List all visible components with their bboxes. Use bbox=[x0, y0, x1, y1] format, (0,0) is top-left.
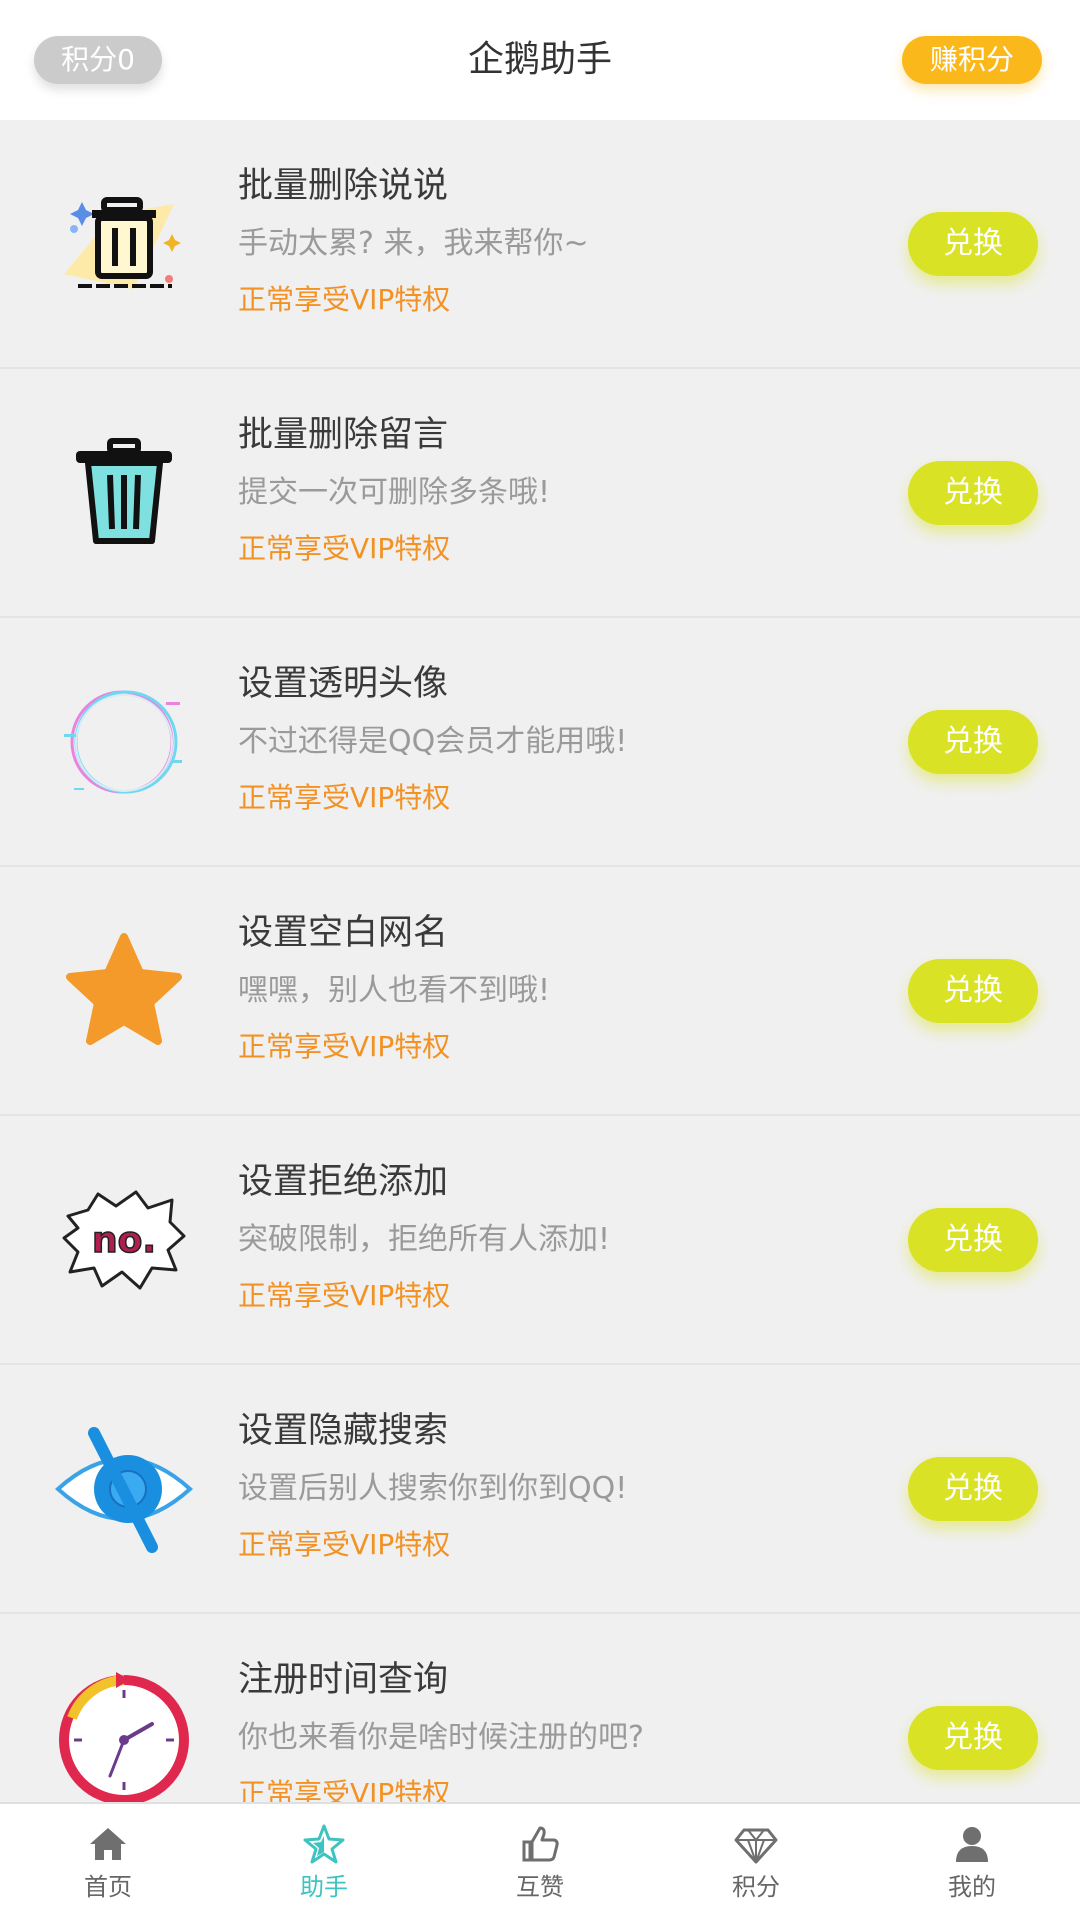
clock-icon bbox=[54, 1668, 194, 1802]
item-description: 手动太累? 来，我来帮你~ bbox=[238, 226, 589, 261]
tab-label: 我的 bbox=[948, 1873, 996, 1901]
redeem-button[interactable]: 兑换 bbox=[908, 1457, 1038, 1521]
vip-note: 正常享受VIP特权 bbox=[238, 1528, 451, 1561]
thumbs-up-icon bbox=[518, 1822, 562, 1866]
tab-label: 首页 bbox=[84, 1873, 132, 1901]
item-title: 设置透明头像 bbox=[238, 664, 449, 704]
no-bubble-icon: no. bbox=[54, 1170, 194, 1310]
redeem-button[interactable]: 兑换 bbox=[908, 461, 1038, 525]
tab-home[interactable]: 首页 bbox=[0, 1804, 216, 1922]
tab-points[interactable]: 积分 bbox=[648, 1804, 864, 1922]
user-icon bbox=[950, 1822, 994, 1866]
tab-assistant[interactable]: 助手 bbox=[216, 1804, 432, 1922]
list-item: 设置空白网名 嘿嘿，别人也看不到哦! 正常享受VIP特权 兑换 bbox=[0, 867, 1080, 1116]
tab-label: 助手 bbox=[300, 1873, 348, 1901]
earn-points-button[interactable]: 赚积分 bbox=[902, 36, 1042, 84]
list-item: 注册时间查询 你也来看你是啥时候注册的吧? 正常享受VIP特权 兑换 bbox=[0, 1614, 1080, 1802]
vip-note: 正常享受VIP特权 bbox=[238, 1777, 451, 1802]
tab-label: 积分 bbox=[732, 1873, 780, 1901]
trash-can-sparkle-icon bbox=[54, 174, 194, 314]
item-title: 注册时间查询 bbox=[238, 1660, 449, 1700]
item-title: 批量删除留言 bbox=[238, 415, 449, 455]
list-item: 批量删除说说 手动太累? 来，我来帮你~ 正常享受VIP特权 兑换 bbox=[0, 120, 1080, 369]
svg-text:no.: no. bbox=[92, 1220, 156, 1261]
list-item: no. 设置拒绝添加 突破限制，拒绝所有人添加! 正常享受VIP特权 兑换 bbox=[0, 1116, 1080, 1365]
item-description: 设置后别人搜索你到你到QQ! bbox=[238, 1471, 628, 1506]
redeem-button[interactable]: 兑换 bbox=[908, 212, 1038, 276]
redeem-button[interactable]: 兑换 bbox=[908, 1706, 1038, 1770]
vip-note: 正常享受VIP特权 bbox=[238, 283, 451, 316]
item-description: 提交一次可删除多条哦! bbox=[238, 475, 551, 510]
redeem-button[interactable]: 兑换 bbox=[908, 710, 1038, 774]
list-item: 批量删除留言 提交一次可删除多条哦! 正常享受VIP特权 兑换 bbox=[0, 369, 1080, 618]
vip-note: 正常享受VIP特权 bbox=[238, 532, 451, 565]
vip-note: 正常享受VIP特权 bbox=[238, 781, 451, 814]
item-description: 你也来看你是啥时候注册的吧? bbox=[238, 1720, 644, 1755]
redeem-button[interactable]: 兑换 bbox=[908, 1208, 1038, 1272]
item-description: 不过还得是QQ会员才能用哦! bbox=[238, 724, 628, 759]
top-bar: 积分0 企鹅助手 赚积分 bbox=[0, 0, 1080, 120]
bottom-tab-bar: 首页 助手 互赞 积分 我的 bbox=[0, 1802, 1080, 1922]
item-title: 批量删除说说 bbox=[238, 166, 449, 206]
vip-note: 正常享受VIP特权 bbox=[238, 1279, 451, 1312]
item-description: 嘿嘿，别人也看不到哦! bbox=[238, 973, 551, 1008]
hidden-eye-icon bbox=[54, 1419, 194, 1559]
diamond-icon bbox=[734, 1822, 778, 1866]
item-description: 突破限制，拒绝所有人添加! bbox=[238, 1222, 611, 1257]
item-title: 设置拒绝添加 bbox=[238, 1162, 449, 1202]
tab-label: 互赞 bbox=[516, 1873, 564, 1901]
glitch-circle-icon bbox=[54, 672, 194, 812]
list-item: 设置透明头像 不过还得是QQ会员才能用哦! 正常享受VIP特权 兑换 bbox=[0, 618, 1080, 867]
item-title: 设置隐藏搜索 bbox=[238, 1411, 449, 1451]
star-outline-icon bbox=[302, 1822, 346, 1866]
home-icon bbox=[86, 1822, 130, 1866]
item-title: 设置空白网名 bbox=[238, 913, 449, 953]
star-icon bbox=[54, 921, 194, 1061]
list-item: 设置隐藏搜索 设置后别人搜索你到你到QQ! 正常享受VIP特权 兑换 bbox=[0, 1365, 1080, 1614]
redeem-button[interactable]: 兑换 bbox=[908, 959, 1038, 1023]
tab-mine[interactable]: 我的 bbox=[864, 1804, 1080, 1922]
feature-list[interactable]: 批量删除说说 手动太累? 来，我来帮你~ 正常享受VIP特权 兑换 批量删除留言… bbox=[0, 120, 1080, 1802]
tab-likes[interactable]: 互赞 bbox=[432, 1804, 648, 1922]
trash-can-icon bbox=[54, 423, 194, 563]
vip-note: 正常享受VIP特权 bbox=[238, 1030, 451, 1063]
